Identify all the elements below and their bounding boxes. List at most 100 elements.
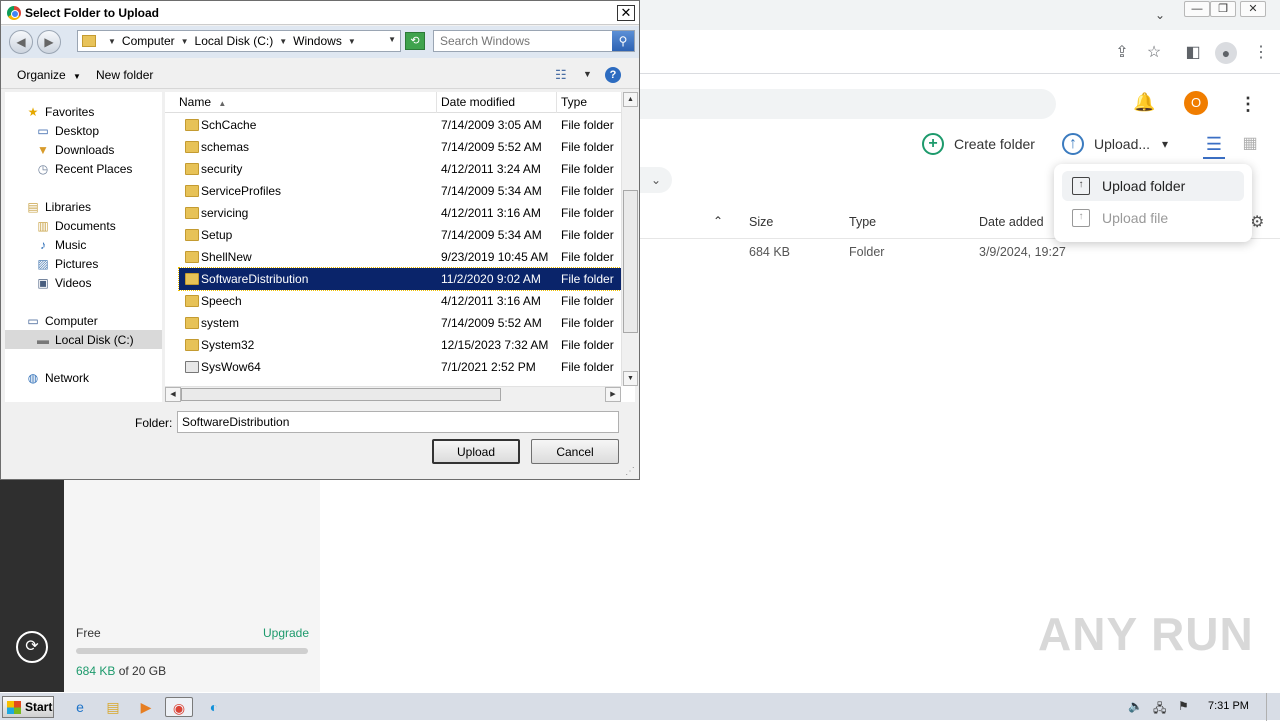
nav-item-favorites[interactable]: ★ Favorites — [5, 102, 162, 121]
nav-item-local-disk-c[interactable]: ▬ Local Disk (C:) — [5, 330, 162, 349]
address-history-dropdown[interactable]: ▼ — [388, 35, 396, 44]
forward-arrow-icon[interactable]: ▶ — [37, 30, 61, 54]
address-bar[interactable]: ▼ Computer ▼ Local Disk (C:) ▼ Windows ▼… — [77, 30, 401, 52]
nav-item-recent-places[interactable]: ◷ Recent Places — [5, 159, 162, 178]
view-options-icon[interactable]: ☷ — [555, 67, 567, 83]
user-avatar[interactable]: O — [1184, 91, 1208, 115]
nav-item-network[interactable]: ◍ Network — [5, 368, 162, 387]
file-row[interactable]: schemas 7/14/2009 5:52 AM File folder — [179, 136, 621, 158]
nav-item-music[interactable]: ♪ Music — [5, 235, 162, 254]
help-icon[interactable]: ? — [605, 67, 621, 83]
file-row[interactable]: servicing 4/12/2011 3:16 AM File folder — [179, 202, 621, 224]
sync-icon[interactable]: ⟳ — [16, 631, 48, 663]
upload-folder-menu-item[interactable]: ↑ Upload folder — [1062, 171, 1244, 201]
horizontal-scrollbar[interactable]: ◀ ▶ — [165, 386, 621, 402]
bell-icon[interactable]: 🔔 — [1133, 92, 1155, 114]
file-row[interactable]: security 4/12/2011 3:24 AM File folder — [179, 158, 621, 180]
gear-icon[interactable]: ⚙ — [1250, 212, 1264, 232]
column-type[interactable]: Type — [849, 215, 876, 229]
file-row[interactable]: System32 12/15/2023 7:32 AM File folder — [179, 334, 621, 356]
nav-item-computer[interactable]: ▭ Computer — [5, 311, 162, 330]
grid-view-icon[interactable]: ▦ — [1241, 133, 1259, 155]
file-row[interactable]: Speech 4/12/2011 3:16 AM File folder — [179, 290, 621, 312]
breadcrumb-local-disk[interactable]: Local Disk (C:) — [195, 34, 274, 48]
list-view-icon[interactable]: ☰ — [1203, 133, 1225, 159]
sidepanel-icon[interactable]: ◧ — [1182, 42, 1204, 64]
upload-button[interactable]: ↑ Upload... ▾ — [1062, 130, 1168, 158]
refresh-icon[interactable]: ⟲ — [405, 32, 425, 50]
dialog-close-button[interactable]: ✕ — [617, 5, 635, 21]
network-tray-icon[interactable]: 🖧 — [1153, 699, 1166, 720]
flag-icon[interactable]: ⚑ — [1178, 699, 1189, 713]
nav-item-documents[interactable]: ▥ Documents — [5, 216, 162, 235]
restore-button[interactable]: ❐ — [1210, 1, 1236, 17]
chevron-down-icon[interactable]: ⌄ — [1152, 8, 1168, 24]
menu-icon[interactable]: ⋮ — [1250, 42, 1272, 64]
folder-upload-icon: ↑ — [1072, 177, 1090, 195]
breadcrumb-computer[interactable]: Computer — [122, 34, 175, 48]
chevron-down-icon[interactable]: ▼ — [181, 37, 189, 46]
organize-button[interactable]: Organize ▼ — [17, 68, 81, 82]
horizontal-scrollbar-thumb[interactable] — [181, 388, 501, 401]
nav-item-desktop[interactable]: ▭ Desktop — [5, 121, 162, 140]
filter-dropdown[interactable]: ⌄ — [640, 167, 672, 193]
column-size[interactable]: Size — [749, 215, 773, 229]
scroll-up-arrow-icon[interactable]: ▲ — [623, 92, 638, 107]
media-player-icon[interactable]: ▶ — [134, 697, 158, 717]
start-button[interactable]: Start — [2, 696, 54, 718]
minimize-button[interactable]: — — [1184, 1, 1210, 17]
scroll-down-arrow-icon[interactable]: ▼ — [623, 371, 638, 386]
profile-icon[interactable]: ● — [1215, 42, 1237, 64]
more-options-icon[interactable]: ⋮ — [1238, 93, 1258, 115]
chevron-down-icon[interactable]: ▼ — [583, 69, 592, 79]
column-date-added[interactable]: Date added — [979, 215, 1044, 229]
star-icon[interactable]: ☆ — [1143, 42, 1165, 64]
chevron-down-icon[interactable]: ▼ — [279, 37, 287, 46]
chrome-icon[interactable]: ◉ — [165, 697, 193, 717]
sort-ascending-icon[interactable]: ⌃ — [713, 214, 723, 228]
nav-item-downloads[interactable]: ▼ Downloads — [5, 140, 162, 159]
window-close-button[interactable]: ✕ — [1240, 1, 1266, 17]
column-name[interactable]: Name ▲ — [175, 92, 437, 113]
show-desktop-button[interactable] — [1266, 693, 1280, 721]
column-date-modified[interactable]: Date modified — [437, 92, 557, 113]
back-arrow-icon[interactable]: ◀ — [9, 30, 33, 54]
column-type[interactable]: Type — [557, 92, 621, 113]
scroll-right-arrow-icon[interactable]: ▶ — [605, 387, 621, 402]
upload-file-menu-item[interactable]: ↑ Upload file — [1062, 203, 1244, 233]
file-row[interactable]: SchCache 7/14/2009 3:05 AM File folder — [179, 114, 621, 136]
resize-grip-icon[interactable]: ⋰ — [625, 466, 635, 477]
scroll-left-arrow-icon[interactable]: ◀ — [165, 387, 181, 402]
file-row[interactable]: SoftwareDistribution 11/2/2020 9:02 AM Fil… — [178, 267, 622, 291]
share-icon[interactable]: ⇪ — [1111, 42, 1133, 64]
volume-icon[interactable]: 🔈 — [1128, 699, 1143, 713]
app-search-bar[interactable] — [600, 89, 1056, 119]
nav-item-videos[interactable]: ▣ Videos — [5, 273, 162, 292]
upgrade-link[interactable]: Upgrade — [263, 626, 309, 640]
create-folder-button[interactable]: + Create folder — [922, 130, 1035, 158]
nav-item-pictures[interactable]: ▨ Pictures — [5, 254, 162, 273]
file-row[interactable]: ShellNew 9/23/2019 10:45 AM File folder — [179, 246, 621, 268]
clock[interactable]: 7:31 PM — [1208, 700, 1249, 712]
chevron-down-icon[interactable]: ▼ — [348, 37, 356, 46]
cancel-button[interactable]: Cancel — [531, 439, 619, 464]
file-row[interactable]: ServiceProfiles 7/14/2009 5:34 AM File fol… — [179, 180, 621, 202]
file-row[interactable]: system 7/14/2009 5:52 AM File folder — [179, 312, 621, 334]
chevron-down-icon[interactable]: ▼ — [108, 37, 116, 46]
breadcrumb-windows[interactable]: Windows — [293, 34, 342, 48]
file-row[interactable]: SysWow64 7/1/2021 2:52 PM File folder — [179, 356, 621, 378]
scrollbar-thumb[interactable] — [623, 190, 638, 333]
search-input[interactable] — [438, 33, 608, 49]
folder-name-input[interactable] — [177, 411, 619, 433]
search-icon[interactable]: ⚲ — [612, 31, 634, 51]
edge-icon[interactable]: ◐ — [202, 697, 226, 717]
file-row[interactable]: Setup 7/14/2009 5:34 AM File folder — [179, 224, 621, 246]
explorer-icon[interactable]: ▤ — [101, 697, 125, 717]
ie-icon[interactable]: e — [68, 697, 92, 717]
vertical-scrollbar[interactable]: ▲ ▼ — [621, 92, 638, 386]
upload-dialog-button[interactable]: Upload — [432, 439, 520, 464]
file-date: 7/14/2009 5:52 AM — [441, 316, 542, 330]
nav-item-libraries[interactable]: ▤ Libraries — [5, 197, 162, 216]
new-folder-button[interactable]: New folder — [96, 68, 153, 82]
file-name: schemas — [201, 140, 250, 154]
